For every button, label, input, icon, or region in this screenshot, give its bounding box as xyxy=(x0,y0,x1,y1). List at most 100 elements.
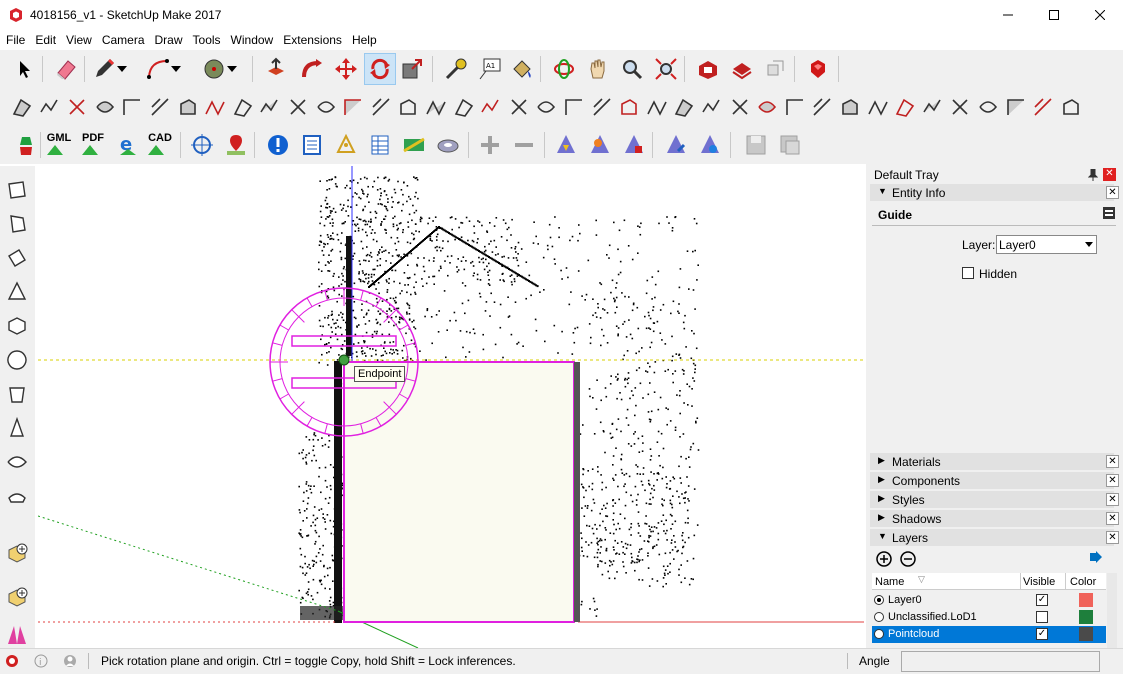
shape-pentagon-tool-button[interactable] xyxy=(1,208,33,240)
menu-tools[interactable]: Tools xyxy=(191,30,227,50)
layers-scrollbar[interactable] xyxy=(1107,573,1117,648)
split-tool-button[interactable] xyxy=(422,91,450,123)
layer-color-swatch[interactable] xyxy=(1079,593,1093,607)
sphere-tool-button[interactable] xyxy=(1,446,33,478)
pin-icon[interactable] xyxy=(1088,169,1098,181)
col-visible-header[interactable]: Visible xyxy=(1023,576,1055,588)
facade-face[interactable] xyxy=(343,361,575,623)
delete-layer-icon[interactable] xyxy=(900,551,916,567)
citygml-logo-button[interactable] xyxy=(10,129,42,161)
active-layer-radio[interactable] xyxy=(874,629,884,639)
layer-visible-checkbox[interactable]: ✓ xyxy=(1036,628,1048,640)
slice-tool-button[interactable] xyxy=(1,618,33,650)
push-pull-tool-button[interactable] xyxy=(260,53,292,85)
offset-tool-button[interactable] xyxy=(753,91,781,123)
menu-window[interactable]: Window xyxy=(229,30,280,50)
eraser-tool-button[interactable] xyxy=(50,53,82,85)
shadows-header[interactable]: ▶ Shadows ✕ xyxy=(870,510,1119,527)
cut-tool-button[interactable] xyxy=(91,91,119,123)
shape-pyramid-tool-button[interactable] xyxy=(1,276,33,308)
location-button[interactable] xyxy=(220,129,252,161)
column-tool-button[interactable] xyxy=(643,91,671,123)
stack-tool-button[interactable] xyxy=(698,91,726,123)
stairs-2-tool-button[interactable] xyxy=(1057,91,1085,123)
orbit-tool-button[interactable] xyxy=(548,53,580,85)
stairs-tool-button[interactable] xyxy=(560,91,588,123)
hidden-checkbox[interactable] xyxy=(962,267,974,279)
fillet-tool-button[interactable] xyxy=(339,91,367,123)
torus-tool-button[interactable] xyxy=(1,480,33,512)
panel-close-button[interactable]: ✕ xyxy=(1106,531,1119,544)
menu-camera[interactable]: Camera xyxy=(100,30,151,50)
profile-tool-button[interactable] xyxy=(532,91,560,123)
geolocation-icon[interactable] xyxy=(5,654,19,668)
layer-row[interactable]: Pointcloud ✓ xyxy=(872,626,1106,643)
hierarchy-button[interactable] xyxy=(330,129,362,161)
layer-visible-checkbox[interactable]: ✓ xyxy=(1036,594,1048,606)
styles-header[interactable]: ▶ Styles ✕ xyxy=(870,491,1119,508)
menu-view[interactable]: View xyxy=(64,30,98,50)
scene-canvas[interactable] xyxy=(38,166,864,648)
validate-star-button[interactable] xyxy=(584,129,616,161)
layer-row[interactable]: Layer0 ✓ xyxy=(872,592,1106,609)
fence-tool-button[interactable] xyxy=(670,91,698,123)
materials-header[interactable]: ▶ Materials ✕ xyxy=(870,453,1119,470)
line-dropdown[interactable] xyxy=(114,53,130,85)
layer-select[interactable]: Layer0 xyxy=(996,235,1097,254)
rotate-tool-button[interactable] xyxy=(364,53,396,85)
cad-export-button[interactable]: CAD xyxy=(144,129,176,161)
shell-tool-button[interactable] xyxy=(256,91,284,123)
menu-draw[interactable]: Draw xyxy=(153,30,189,50)
extrude-tool-button[interactable] xyxy=(284,91,312,123)
col-name-header[interactable]: Name xyxy=(875,576,904,588)
panel-close-button[interactable]: ✕ xyxy=(1106,512,1119,525)
sweep-tool-button[interactable] xyxy=(891,91,919,123)
door-tool-button[interactable] xyxy=(974,91,1002,123)
layer-name[interactable]: Pointcloud xyxy=(888,628,939,640)
extension-warehouse-button[interactable] xyxy=(802,53,834,85)
tray-close-button[interactable]: ✕ xyxy=(1103,168,1116,181)
ie-export-button[interactable]: e xyxy=(112,129,144,161)
layer-visible-checkbox[interactable] xyxy=(1036,611,1048,623)
tilde-tool-button[interactable] xyxy=(808,91,836,123)
menu-file[interactable]: File xyxy=(4,30,31,50)
active-layer-radio[interactable] xyxy=(874,612,884,622)
layer-name[interactable]: Layer0 xyxy=(888,594,922,606)
table-button[interactable] xyxy=(364,129,396,161)
shape-box-tool-button[interactable] xyxy=(1,310,33,342)
panel-close-button[interactable]: ✕ xyxy=(1106,186,1119,199)
minimize-button[interactable] xyxy=(985,0,1031,30)
credits-icon[interactable]: i xyxy=(34,654,48,668)
circle-tool-button[interactable] xyxy=(1,344,33,376)
save-as-button[interactable] xyxy=(774,129,806,161)
roof-tool-button[interactable] xyxy=(919,91,947,123)
freehand-tool-button[interactable] xyxy=(8,91,36,123)
col-color-header[interactable]: Color xyxy=(1070,576,1096,588)
layer-color-swatch[interactable] xyxy=(1079,627,1093,641)
gml-export-button[interactable]: GML xyxy=(44,129,74,161)
menu-help[interactable]: Help xyxy=(350,30,383,50)
pan-tool-button[interactable] xyxy=(582,53,614,85)
validate-edit-button[interactable] xyxy=(660,129,692,161)
window-frame-tool-button[interactable] xyxy=(946,91,974,123)
joint-tool-button[interactable] xyxy=(477,91,505,123)
panel-close-button[interactable]: ✕ xyxy=(1106,455,1119,468)
pdf-export-button[interactable]: PDF xyxy=(78,129,108,161)
remove-button[interactable] xyxy=(508,129,540,161)
panel-close-button[interactable]: ✕ xyxy=(1106,493,1119,506)
menu-extensions[interactable]: Extensions xyxy=(281,30,348,50)
shape-diamond-tool-button[interactable] xyxy=(1,242,33,274)
rails-tool-button[interactable] xyxy=(588,91,616,123)
weld-tool-button[interactable] xyxy=(201,91,229,123)
spread-tool-button[interactable] xyxy=(726,91,754,123)
soften-tool-button[interactable] xyxy=(118,91,146,123)
component-add-2-tool-button[interactable] xyxy=(1,582,33,614)
bend-tool-button[interactable] xyxy=(781,91,809,123)
entity-info-header[interactable]: ▼ Entity Info ✕ xyxy=(870,184,1119,201)
close-button[interactable] xyxy=(1077,0,1123,30)
entity-info-expand-icon[interactable] xyxy=(1102,206,1116,220)
corner-tool-button[interactable] xyxy=(836,91,864,123)
loft-tool-button[interactable] xyxy=(229,91,257,123)
attributes-button[interactable] xyxy=(296,129,328,161)
polyline-node-tool-button[interactable] xyxy=(63,91,91,123)
